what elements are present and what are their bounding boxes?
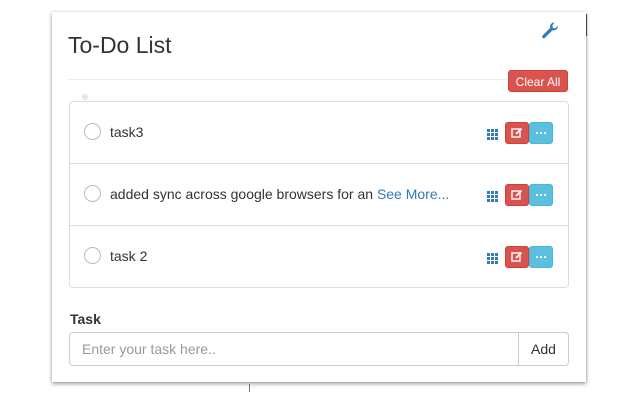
task-input[interactable] [69, 332, 519, 366]
task-list: task3 added sync across google browsers … [69, 101, 569, 288]
page-title: To-Do List [68, 32, 172, 58]
complete-radio[interactable] [84, 247, 101, 264]
background-edge [586, 14, 587, 36]
more-button[interactable] [529, 246, 553, 268]
ellipsis-icon [536, 132, 546, 134]
list-item: added sync across google browsers for an… [70, 164, 568, 226]
ellipsis-icon [536, 194, 546, 196]
task-text: task3 [110, 124, 143, 140]
drag-placeholder-dot [82, 94, 88, 100]
more-button[interactable] [529, 122, 553, 144]
task-text: task 2 [110, 248, 147, 264]
title-divider [68, 79, 568, 80]
task-label: task 2 [110, 248, 148, 264]
todo-popup: To-Do List Clear All task3 added sync ac… [52, 12, 586, 382]
edit-icon [511, 127, 523, 138]
task-field-label: Task [70, 311, 101, 327]
see-more-link[interactable]: See More... [377, 186, 449, 202]
complete-radio[interactable] [84, 123, 101, 140]
list-item: task 2 [70, 226, 568, 287]
edit-button[interactable] [505, 184, 529, 206]
task-label: added sync across google browsers for an [110, 186, 377, 202]
grid-drag-icon[interactable] [487, 189, 498, 202]
task-label: task3 [110, 124, 144, 140]
clear-all-button[interactable]: Clear All [508, 70, 568, 92]
grid-drag-icon[interactable] [487, 251, 498, 264]
edit-icon [511, 251, 523, 262]
complete-radio[interactable] [84, 185, 101, 202]
ellipsis-icon [536, 256, 546, 258]
add-button[interactable]: Add [518, 332, 569, 366]
screen: To-Do List Clear All task3 added sync ac… [0, 0, 640, 400]
background-edge [249, 384, 250, 392]
edit-button[interactable] [505, 122, 529, 144]
wrench-icon[interactable] [540, 21, 560, 41]
edit-icon [511, 189, 523, 200]
task-text: added sync across google browsers for an… [110, 186, 449, 202]
edit-button[interactable] [505, 246, 529, 268]
list-item: task3 [70, 102, 568, 164]
grid-drag-icon[interactable] [487, 127, 498, 140]
task-input-group: Add [69, 332, 569, 366]
more-button[interactable] [529, 184, 553, 206]
